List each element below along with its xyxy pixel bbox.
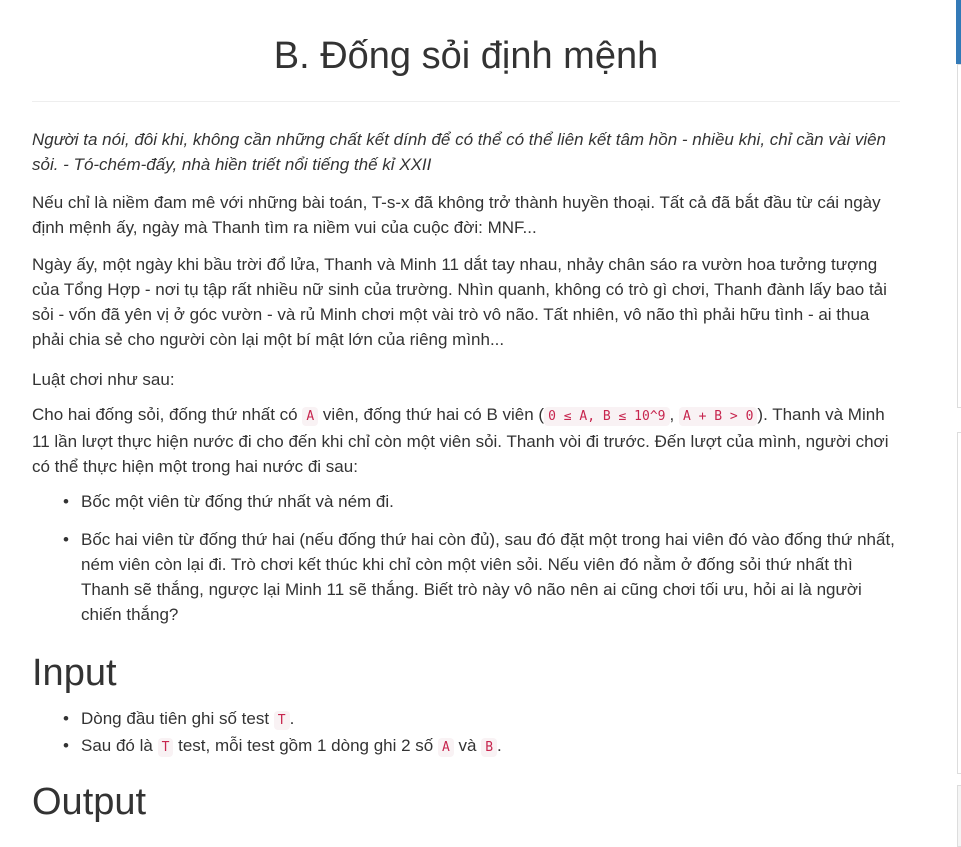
list-item: Bốc hai viên từ đống thứ hai (nếu đống t… — [32, 527, 900, 627]
sidebar-accent-bar — [956, 0, 961, 64]
problem-title: B. Đống sỏi định mệnh — [273, 35, 659, 77]
story-paragraph-2: Ngày ấy, một ngày khi bầu trời đổ lửa, T… — [32, 255, 887, 349]
rules-paragraph: Cho hai đống sỏi, đống thứ nhất có A viê… — [32, 402, 900, 479]
code-t: T — [273, 711, 290, 730]
problem-statement: B. Đống sỏi định mệnh Người ta nói, đôi … — [32, 0, 900, 823]
input-text: Sau đó là — [81, 736, 158, 755]
title-divider — [32, 101, 900, 102]
code-b: B — [481, 738, 498, 757]
story-paragraph-1: Nếu chỉ là niềm đam mê với những bài toá… — [32, 193, 881, 237]
moves-list: Bốc một viên từ đống thứ nhất và ném đi.… — [32, 489, 900, 627]
input-text: Dòng đầu tiên ghi số test — [81, 709, 274, 728]
list-item: Bốc một viên từ đống thứ nhất và ném đi. — [32, 489, 900, 514]
list-item: Sau đó là T test, mỗi test gồm 1 dòng gh… — [32, 733, 900, 760]
rules-text-3: , — [669, 405, 679, 424]
code-constraint-sum: A + B > 0 — [678, 407, 758, 426]
list-item: Dòng đầu tiên ghi số test T. — [32, 706, 900, 733]
code-a: A — [302, 407, 319, 426]
epigraph-quote: Người ta nói, đôi khi, không cần những c… — [32, 130, 887, 174]
output-heading: Output — [32, 781, 147, 823]
input-text: . — [289, 709, 295, 728]
input-text: . — [497, 736, 502, 755]
input-text: và — [453, 736, 482, 755]
sidebar-panel — [957, 785, 961, 847]
input-list: Dòng đầu tiên ghi số test T. Sau đó là T… — [32, 706, 900, 760]
code-t: T — [157, 738, 174, 757]
sidebar-panel — [957, 432, 961, 774]
input-heading: Input — [32, 652, 117, 694]
code-constraint-range: 0 ≤ A, B ≤ 10^9 — [544, 407, 670, 426]
rules-intro: Luật chơi như sau: — [32, 370, 175, 389]
rules-text-2: viên, đống thứ hai có B viên ( — [318, 405, 545, 424]
input-text: test, mỗi test gồm 1 dòng ghi 2 số — [173, 736, 438, 755]
sidebar-panel — [957, 64, 961, 408]
rules-text-1: Cho hai đống sỏi, đống thứ nhất có — [32, 405, 303, 424]
code-a: A — [437, 738, 454, 757]
